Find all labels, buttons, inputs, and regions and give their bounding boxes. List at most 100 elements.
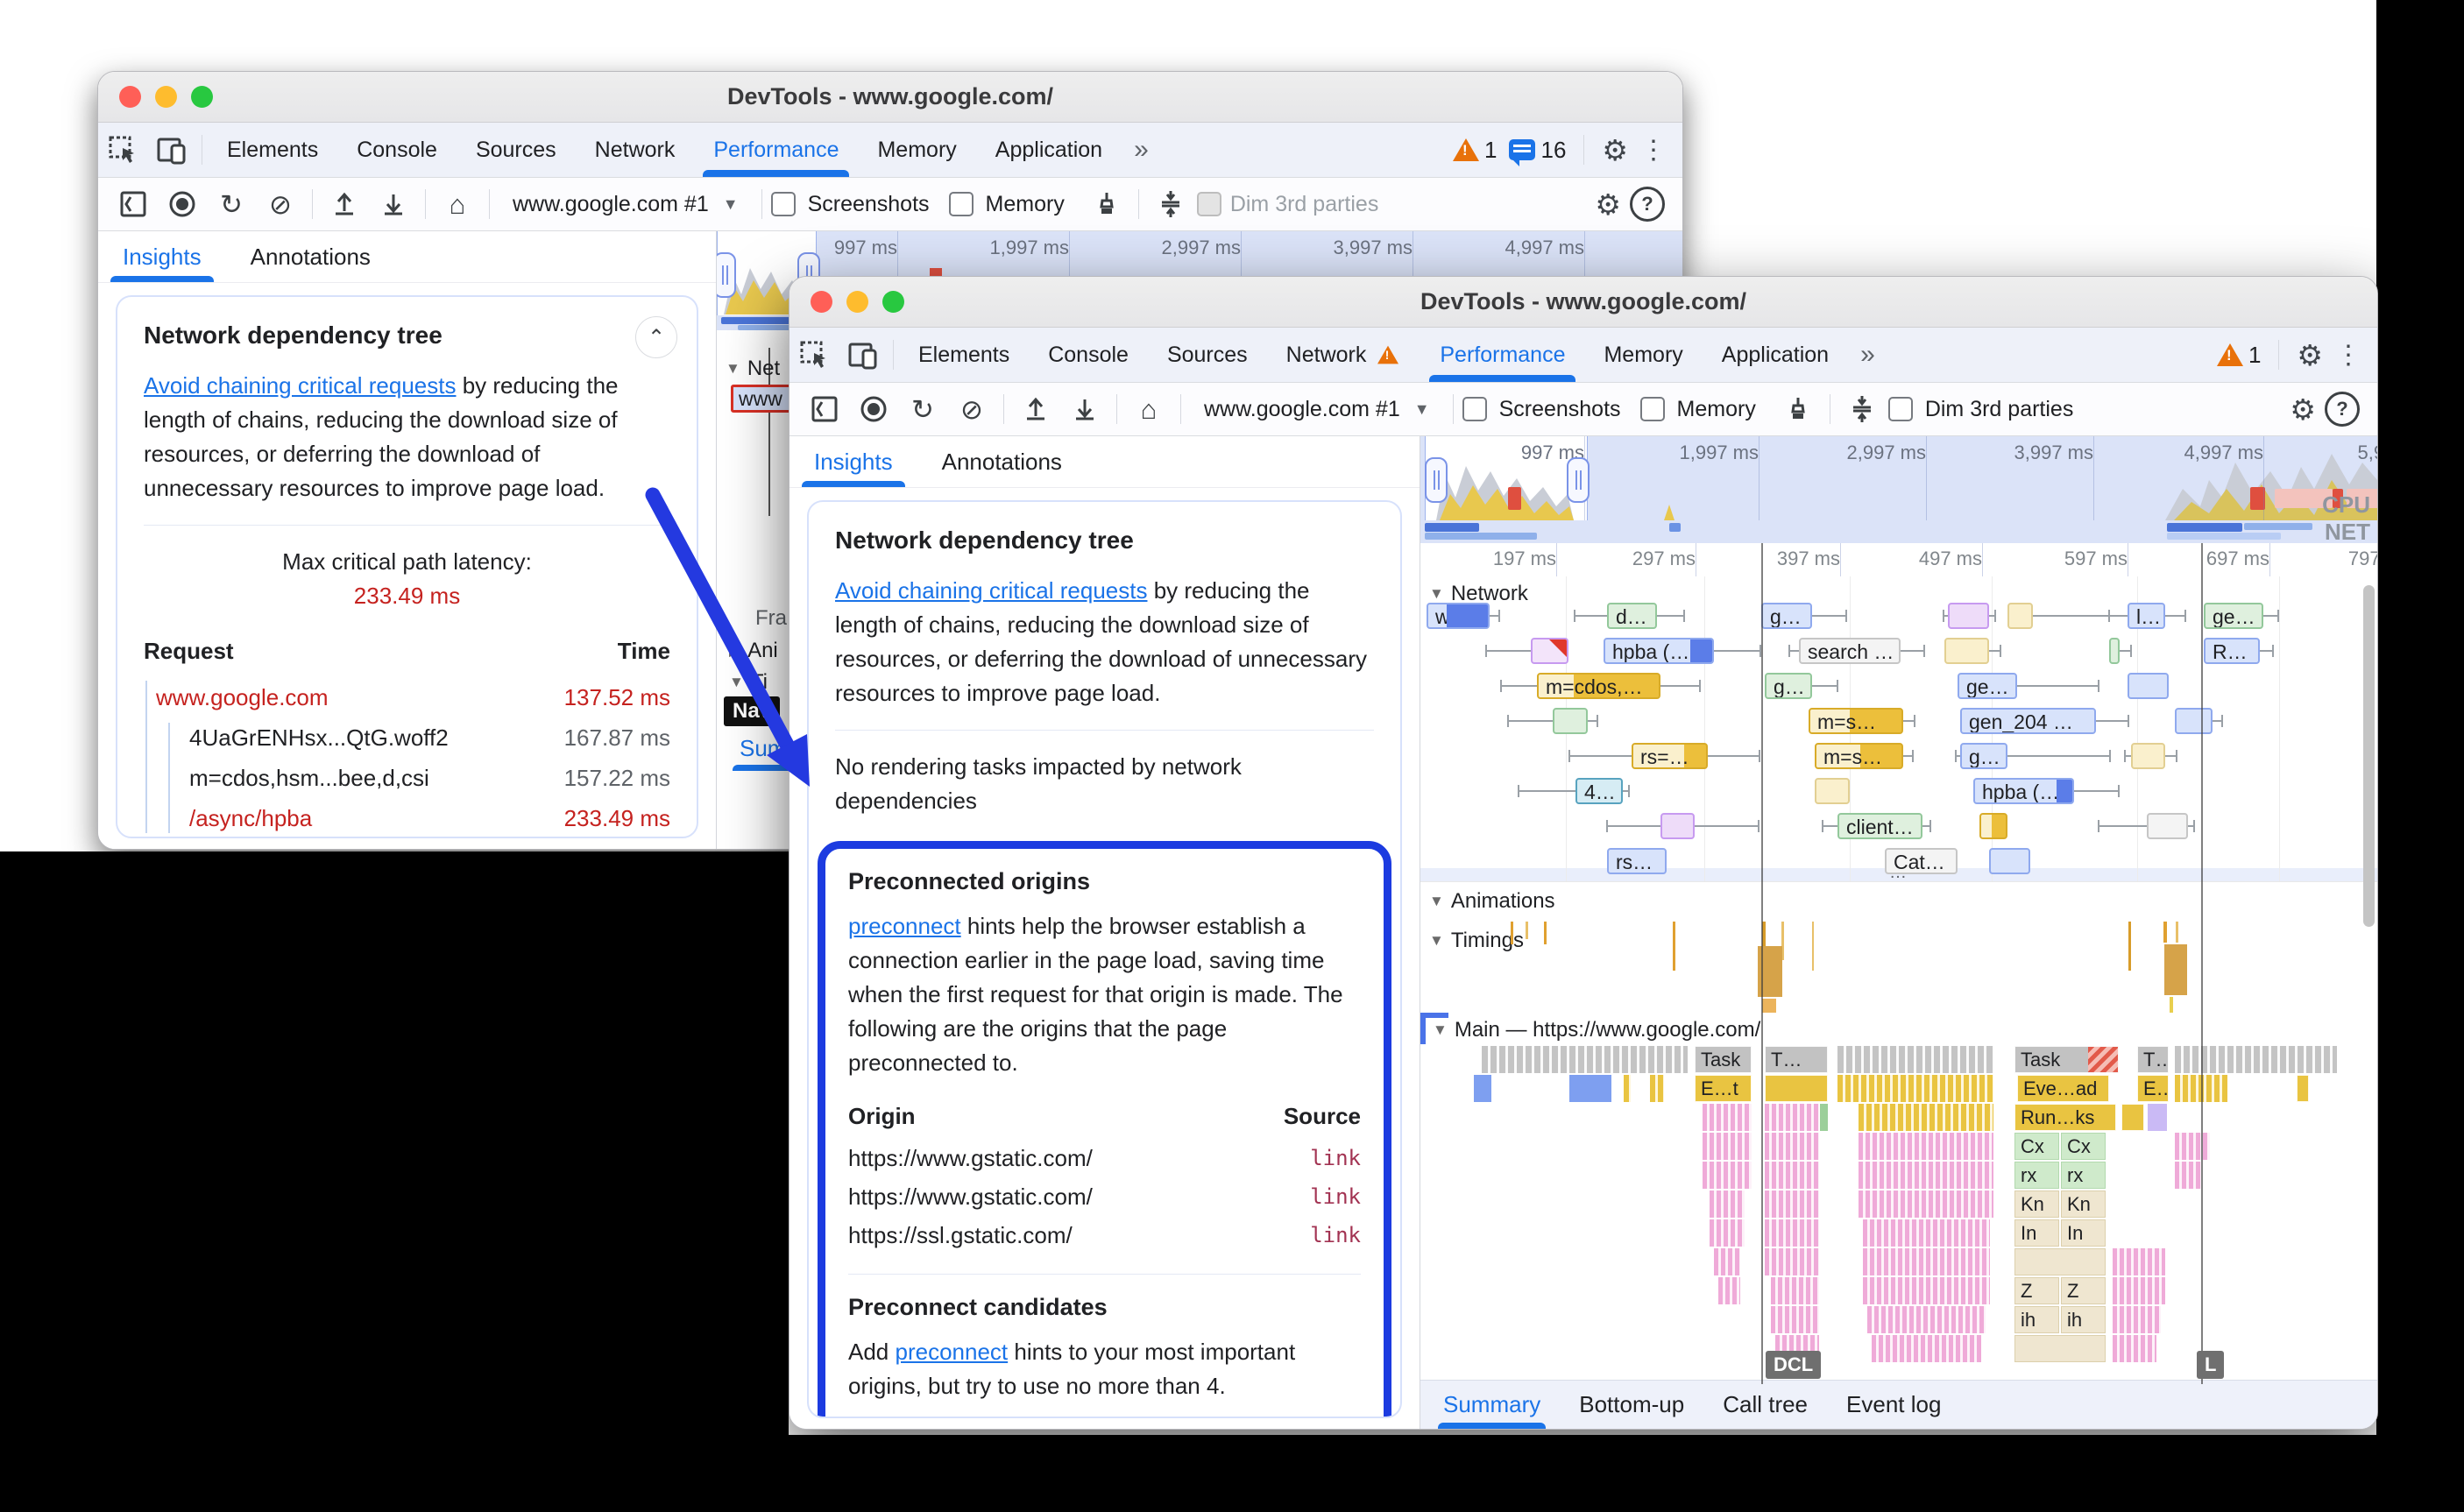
network-request-chip[interactable] <box>1531 638 1568 664</box>
more-tabs-icon[interactable]: » <box>1848 340 1887 370</box>
network-request-chip[interactable] <box>1979 813 2007 839</box>
tab-bottom-up[interactable]: Bottom-up <box>1579 1381 1684 1429</box>
download-profile-icon[interactable] <box>371 184 416 224</box>
preconnect-link[interactable]: preconnect <box>848 913 961 939</box>
network-request-chip[interactable] <box>2131 743 2165 769</box>
inspect-icon[interactable] <box>98 131 147 169</box>
network-request-chip[interactable] <box>1944 638 1989 664</box>
flame-block[interactable]: Kn <box>2061 1191 2106 1218</box>
network-request-chip[interactable]: l… <box>2128 603 2165 629</box>
tab-elements[interactable]: Elements <box>208 123 337 177</box>
network-request-chip[interactable]: ge… <box>2204 603 2263 629</box>
reload-icon[interactable]: ↻ <box>900 389 945 429</box>
kebab-menu-icon[interactable]: ⋮ <box>2335 340 2361 371</box>
network-request-chip[interactable] <box>1989 848 2030 874</box>
selection-handle-left[interactable] <box>1425 457 1448 503</box>
network-request-chip[interactable] <box>2007 603 2033 629</box>
network-request-chip[interactable]: client… <box>1837 813 1922 839</box>
clear-icon[interactable]: ⊘ <box>258 184 303 224</box>
tab-performance[interactable]: Performance <box>694 123 858 177</box>
network-request-chip[interactable] <box>1553 708 1588 734</box>
home-icon[interactable]: ⌂ <box>435 184 480 224</box>
section-animations[interactable]: ▼Animations <box>1429 889 1555 914</box>
flame-block[interactable]: rx <box>2014 1162 2059 1189</box>
request-row[interactable]: 4UaGrENHsx...QtG.woff2167.87 ms <box>156 717 670 758</box>
request-row[interactable]: www.google.com137.52 ms <box>156 677 670 717</box>
flame-block[interactable]: rx <box>2061 1162 2106 1189</box>
dim-3rd-parties-checkbox[interactable] <box>1888 397 1913 421</box>
network-request-chip[interactable]: ge… <box>1958 673 2017 699</box>
warning-badge[interactable]: 1 <box>2217 342 2261 369</box>
network-request-chip[interactable] <box>2128 673 2169 699</box>
kebab-menu-icon[interactable]: ⋮ <box>1640 135 1667 166</box>
network-request-chip[interactable] <box>1948 603 1989 629</box>
reload-icon[interactable]: ↻ <box>209 184 254 224</box>
network-request-chip[interactable]: m=s… <box>1815 743 1903 769</box>
perf-settings-gear-icon[interactable]: ⚙ <box>1595 190 1621 219</box>
network-request-chip[interactable]: www.g… <box>1427 603 1490 629</box>
avoid-chaining-link[interactable]: Avoid chaining critical requests <box>835 577 1147 604</box>
tab-summary[interactable]: Summary <box>1443 1381 1540 1429</box>
help-icon[interactable]: ? <box>2319 389 2365 429</box>
network-request-chip[interactable] <box>2147 813 2188 839</box>
request-row[interactable]: m=cdos,hsm...bee,d,csi157.22 ms <box>156 758 670 798</box>
flame-block[interactable]: Task <box>2014 1046 2119 1073</box>
origin-source[interactable]: link <box>1310 1146 1361 1170</box>
flame-block[interactable]: Eve…ad <box>2017 1075 2109 1102</box>
dim-3rd-parties-checkbox[interactable] <box>1197 192 1221 216</box>
flame-block[interactable]: In <box>2061 1219 2106 1247</box>
settings-gear-icon[interactable]: ⚙ <box>2297 341 2323 370</box>
tab-annotations[interactable]: Annotations <box>251 231 371 282</box>
tab-annotations[interactable]: Annotations <box>942 436 1062 487</box>
dock-panel-icon[interactable] <box>110 184 156 224</box>
network-request-chip[interactable]: gen_204 … <box>1960 708 2096 734</box>
main-thread-header[interactable]: ▼Main — https://www.google.com/ <box>1420 1013 2377 1046</box>
tab-console[interactable]: Console <box>337 123 457 177</box>
screenshots-checkbox[interactable] <box>771 192 796 216</box>
network-request-chip[interactable]: m=cdos,… <box>1537 673 1660 699</box>
record-icon[interactable] <box>159 184 205 224</box>
network-request-chip[interactable]: m=s… <box>1809 708 1903 734</box>
flame-block[interactable]: In <box>2014 1219 2059 1247</box>
settings-gear-icon[interactable]: ⚙ <box>1602 136 1628 165</box>
flame-block[interactable]: Z <box>2014 1277 2059 1304</box>
more-tabs-icon[interactable]: » <box>1122 135 1161 165</box>
network-request-chip[interactable]: hpba (… <box>1604 638 1714 664</box>
perf-settings-gear-icon[interactable]: ⚙ <box>2290 395 2316 424</box>
help-icon[interactable]: ? <box>1625 184 1670 224</box>
network-request-chip[interactable]: rs=… <box>1632 743 1708 769</box>
tab-memory[interactable]: Memory <box>858 123 975 177</box>
network-request-chip[interactable]: g… <box>1761 603 1812 629</box>
flame-block[interactable]: E… <box>2137 1075 2169 1102</box>
target-selector[interactable]: www.google.com #1▼ <box>499 192 753 217</box>
network-request-chip[interactable]: d… <box>1607 603 1657 629</box>
network-request-chip[interactable]: R… <box>2204 638 2260 664</box>
tab-call-tree[interactable]: Call tree <box>1723 1381 1808 1429</box>
screenshots-checkbox[interactable] <box>1462 397 1487 421</box>
memory-checkbox[interactable] <box>1640 397 1665 421</box>
collapse-icon[interactable] <box>1839 389 1885 429</box>
network-request-chip[interactable] <box>2175 708 2213 734</box>
timeline-overview[interactable]: CPU 997 ms1,997 ms2,997 ms3,997 ms4,997 … <box>1420 436 2377 520</box>
preconnect-link-2[interactable]: preconnect <box>896 1339 1009 1365</box>
network-request-chip[interactable]: search … <box>1799 638 1901 664</box>
memory-checkbox[interactable] <box>949 192 974 216</box>
device-toolbar-icon[interactable] <box>147 131 196 169</box>
flame-block[interactable]: ih <box>2014 1306 2059 1333</box>
target-selector[interactable]: www.google.com #1▼ <box>1190 397 1444 422</box>
inspect-icon[interactable] <box>789 336 839 374</box>
network-request-chip[interactable] <box>1815 778 1850 804</box>
main-flame-chart[interactable]: TaskT…TaskT…E…tEve…adE…Run…ksCxCxrxrxKnK… <box>1420 1046 2377 1384</box>
flame-block[interactable] <box>1765 1075 1828 1102</box>
network-request-chip[interactable]: g… <box>1765 673 1812 699</box>
upload-profile-icon[interactable] <box>322 184 367 224</box>
dock-panel-icon[interactable] <box>802 389 847 429</box>
gc-brush-icon[interactable] <box>1084 184 1129 224</box>
tab-insights[interactable]: Insights <box>814 436 893 487</box>
message-badge[interactable]: 16 <box>1509 137 1566 164</box>
tab-insights[interactable]: Insights <box>123 231 202 282</box>
flame-block[interactable] <box>2014 1248 2106 1275</box>
flame-block[interactable]: T… <box>1765 1046 1828 1073</box>
home-icon[interactable]: ⌂ <box>1126 389 1172 429</box>
vertical-scrollbar[interactable] <box>2363 585 2375 927</box>
